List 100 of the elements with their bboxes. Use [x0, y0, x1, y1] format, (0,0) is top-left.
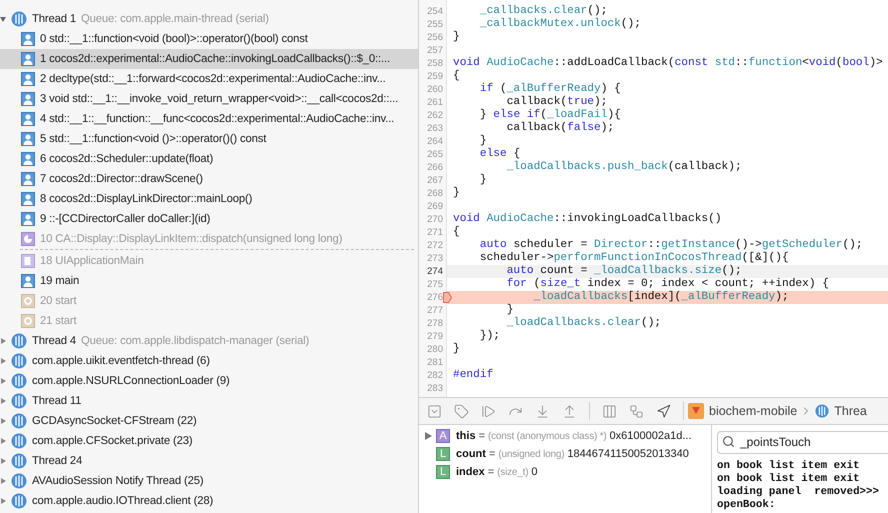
code-line: _callbacks.clear(); — [478, 5, 608, 18]
stack-frame-row[interactable]: 9 ::-[CCDirectorCaller doCaller:](id) — [0, 209, 418, 229]
stack-frame-row[interactable]: 7 cocos2d::Director::drawScene() — [0, 169, 418, 189]
stack-frame-row[interactable]: 6 cocos2d::Scheduler::update(float) — [0, 149, 418, 169]
code-line: _callbackMutex.unlock(); — [478, 18, 642, 31]
person-icon — [21, 132, 35, 146]
stop-marker-icon — [443, 292, 452, 303]
equals-sign: = — [488, 464, 494, 480]
code-line: } — [452, 343, 461, 356]
stack-frame-row[interactable]: 3 void std::__1::__invoke_void_return_wrapper<void>::__call<cocos2d::... — [0, 89, 418, 109]
memory-graph-icon[interactable] — [629, 404, 644, 418]
thread-name[interactable]: AVAudioSession Notify Thread (25) — [32, 472, 204, 490]
code-line: } — [478, 174, 488, 187]
collapsed-triangle-icon[interactable] — [0, 338, 6, 344]
person-icon — [21, 152, 35, 166]
code-line: { — [452, 70, 461, 83]
variable-kind-badge: L — [436, 447, 450, 461]
variable-value: 18446741150052013340 — [567, 446, 689, 462]
person-icon — [21, 212, 35, 226]
code-line: void AudioCache::addLoadCallback(const std::function<void(bool)> — [452, 57, 884, 70]
stack-frame-label: 21 start — [40, 314, 76, 329]
code-line: auto scheduler = Director::getInstance()->getScheduler(); — [478, 239, 864, 252]
thread-name[interactable]: com.apple.audio.IOThread.client (28) — [32, 492, 214, 510]
stack-frame-row[interactable]: 19 main — [0, 271, 418, 291]
equals-sign: = — [488, 446, 496, 462]
collapsed-triangle-icon[interactable] — [0, 418, 6, 424]
thread-name[interactable]: Thread 1 — [32, 10, 76, 28]
code-line: for (size_t index = 0; index < count; ++index) { — [506, 278, 830, 290]
console-line: on book list item exit — [717, 473, 861, 486]
app-icon — [688, 403, 704, 419]
thread-name[interactable]: Thread 24 — [32, 452, 82, 470]
collapsed-triangle-icon[interactable] — [0, 458, 6, 464]
stack-frame-label: 10 CA::Display::DisplayLinkItem::dispatch(unsigned long long) — [40, 232, 342, 247]
variable-name: this — [456, 428, 476, 444]
line-number: 263 — [427, 122, 443, 135]
line-number: 267 — [427, 174, 443, 187]
line-number: 281 — [427, 356, 443, 369]
person-icon — [21, 92, 35, 106]
stack-frame-row[interactable]: 4 std::__1::__function::__func<cocos2d::experimental::AudioCache::inv... — [0, 109, 418, 129]
code-line: { — [452, 226, 461, 239]
continue-icon[interactable] — [481, 404, 496, 418]
line-number: 277 — [427, 304, 443, 317]
thread-icon — [11, 493, 27, 509]
cup-icon — [21, 254, 35, 268]
code-line: _loadCallbacks.push_back(callback); — [506, 161, 743, 174]
stack-frame-label: 1 cocos2d::experimental::AudioCache::invokingLoadCallbacks()::$_0::... — [40, 52, 390, 67]
location-arrow-icon[interactable] — [656, 404, 671, 418]
stack-frame-label: 6 cocos2d::Scheduler::update(float) — [40, 152, 214, 167]
step-out-icon[interactable] — [562, 404, 577, 418]
stack-frame-label: 9 ::-[CCDirectorCaller doCaller:](id) — [40, 212, 210, 227]
jump-bar-item[interactable]: biochem-mobile — [709, 402, 798, 420]
collapsed-triangle-icon[interactable] — [0, 498, 6, 504]
stack-frame-row[interactable]: 5 std::__1::function<void ()>::operator()() const — [0, 129, 418, 149]
thread-icon — [11, 413, 27, 429]
step-into-icon[interactable] — [535, 404, 550, 418]
stack-frame-label: 3 void std::__1::__invoke_void_return_wrapper<void>::__call<cocos2d::... — [40, 92, 398, 107]
collapsed-triangle-icon[interactable] — [0, 478, 6, 484]
code-line: #endif — [452, 369, 494, 382]
expanded-triangle-icon[interactable] — [0, 16, 6, 22]
thread-icon — [11, 433, 27, 449]
collapsed-triangle-icon[interactable] — [0, 438, 6, 444]
thread-name[interactable]: Thread 4 — [32, 332, 76, 350]
variable-type: (size_t) — [497, 466, 528, 480]
stack-frame-label: 4 std::__1::__function::__func<cocos2d::experimental::AudioCache::inv... — [40, 112, 394, 127]
line-number: 266 — [427, 161, 443, 174]
thread-queue: Queue: com.apple.libdispatch-manager (serial) — [81, 334, 310, 349]
thread-name[interactable]: com.apple.uikit.eventfetch-thread (6) — [32, 352, 210, 370]
variable-value: 0x6100002a1d... — [610, 428, 692, 444]
hide-console-icon[interactable] — [427, 404, 442, 418]
stack-frame-label: 0 std::__1::function<void (bool)>::operator()(bool) const — [40, 32, 308, 47]
stack-frame-row[interactable]: 1 cocos2d::experimental::AudioCache::invokingLoadCallbacks()::$_0::... — [0, 49, 418, 69]
gear-icon — [21, 314, 35, 328]
thread-icon — [11, 393, 27, 409]
collapsed-triangle-icon[interactable] — [0, 358, 6, 364]
thread-name[interactable]: com.apple.CFSocket.private (23) — [32, 432, 192, 450]
disclosure-triangle-icon[interactable] — [425, 432, 432, 440]
collapsed-triangle-icon[interactable] — [0, 378, 6, 384]
thread-name[interactable]: GCDAsyncSocket-CFStream (22) — [32, 412, 197, 430]
breakpoint-tag-icon[interactable] — [454, 404, 469, 418]
jump-bar-item[interactable]: Threa — [834, 402, 867, 420]
stack-frame-row[interactable]: 0 std::__1::function<void (bool)>::operator()(bool) const — [0, 29, 418, 49]
stack-frame-row[interactable]: 8 cocos2d::DisplayLinkDirector::mainLoop() — [0, 189, 418, 209]
stack-frame-label: 18 UIApplicationMain — [40, 254, 144, 269]
variable-name: index — [456, 464, 485, 480]
line-number: 273 — [427, 252, 443, 265]
stack-frame-label: 20 start — [40, 294, 76, 309]
code-line: } — [452, 31, 461, 44]
code-line: } else if(_loadFail){ — [478, 109, 622, 122]
equals-sign: = — [478, 428, 485, 444]
thread-name[interactable]: Thread 11 — [32, 392, 82, 410]
stack-frame-row[interactable]: 2 decltype(std::__1::forward<cocos2d::experimental::AudioCache::inv... — [0, 69, 418, 89]
stack-frame-label: 2 decltype(std::__1::forward<cocos2d::experimental::AudioCache::inv... — [40, 72, 386, 87]
code-line: scheduler->performFunctionInCocosThread([&](){ — [478, 252, 790, 264]
code-line: } — [478, 135, 488, 148]
thread-name[interactable]: com.apple.NSURLConnectionLoader (9) — [32, 372, 230, 390]
collapsed-triangle-icon[interactable] — [0, 398, 6, 404]
filter-field[interactable]: _pointsTouch — [717, 430, 888, 454]
view-hierarchy-icon[interactable] — [602, 404, 617, 418]
stack-frame-label: 8 cocos2d::DisplayLinkDirector::mainLoop() — [40, 192, 252, 207]
pie-icon — [21, 232, 35, 246]
